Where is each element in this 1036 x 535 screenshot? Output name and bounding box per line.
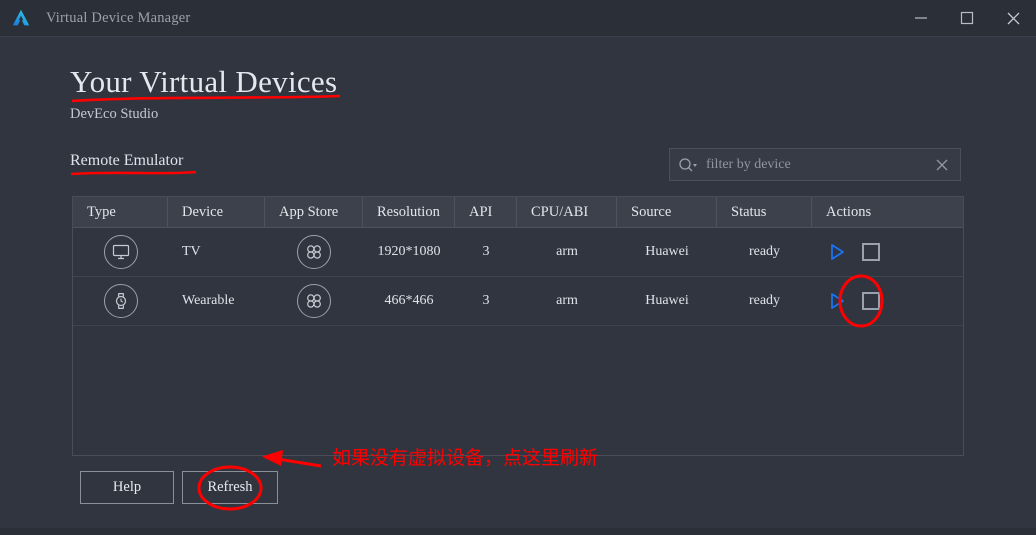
cell-resolution: 466*466 [384, 293, 434, 308]
column-header-actions[interactable]: Actions [812, 197, 963, 227]
cell-type [73, 277, 168, 325]
minimize-button[interactable] [898, 0, 944, 36]
page-title: Your Virtual Devices [70, 64, 338, 99]
app-gallery-icon [297, 235, 331, 269]
cell-device: Wearable [182, 293, 235, 308]
column-header-source[interactable]: Source [617, 197, 717, 227]
cell-status: ready [748, 293, 781, 308]
table-header-row: Type Device App Store Resolution API CPU… [73, 197, 963, 228]
cell-api: 3 [482, 293, 490, 308]
app-gallery-glyph-icon [307, 245, 321, 259]
refresh-button[interactable]: Refresh [182, 471, 278, 504]
tv-icon [103, 235, 138, 269]
underline-remote-emulator-annotation [70, 170, 197, 176]
app-gallery-glyph-icon [307, 294, 321, 308]
cell-app-store [265, 228, 363, 276]
column-header-cpu-abi[interactable]: CPU/ABI [517, 197, 617, 227]
column-header-api[interactable]: API [455, 197, 517, 227]
page-subtitle: DevEco Studio [70, 106, 159, 122]
annotation-note-text: 如果没有虚拟设备，点这里刷新 [332, 447, 599, 469]
search-icon [679, 157, 697, 171]
titlebar-divider [0, 36, 1036, 37]
title-bar: Virtual Device Manager [0, 0, 1036, 36]
virtual-devices-table: Type Device App Store Resolution API CPU… [72, 196, 964, 456]
cell-cpu-abi: arm [556, 244, 578, 259]
filter-search-box[interactable]: filter by device [669, 148, 961, 181]
deveco-triangle-logo-icon [12, 9, 30, 26]
stop-icon[interactable] [862, 243, 880, 261]
cell-app-store [265, 277, 363, 325]
window-bottom-edge [0, 528, 1036, 535]
cell-status: ready [748, 244, 781, 259]
tv-glyph-icon [112, 244, 129, 260]
search-dropdown-icon[interactable] [670, 157, 706, 173]
table-row[interactable]: Wearable 466*466 3 arm Huawei ready [73, 277, 963, 326]
play-icon[interactable] [826, 290, 848, 312]
column-header-app-store[interactable]: App Store [265, 197, 363, 227]
cell-actions [812, 277, 963, 325]
close-icon [1007, 12, 1019, 24]
watch-glyph-icon [115, 293, 126, 309]
cell-cpu-abi: arm [556, 293, 578, 308]
cell-source: Huawei [645, 244, 689, 259]
play-glyph-icon [831, 244, 844, 260]
table-empty-area [73, 326, 963, 455]
close-button[interactable] [990, 0, 1036, 36]
maximize-icon [960, 11, 974, 25]
virtual-device-manager-window: Virtual Device Manager Your Virtual Devi… [0, 0, 1036, 535]
watch-icon [103, 284, 138, 318]
column-header-type[interactable]: Type [73, 197, 168, 227]
minimize-icon [915, 17, 927, 19]
play-glyph-icon [831, 293, 844, 309]
maximize-button[interactable] [944, 0, 990, 36]
stop-icon[interactable] [862, 292, 880, 310]
column-header-status[interactable]: Status [717, 197, 812, 227]
column-header-resolution[interactable]: Resolution [363, 197, 455, 227]
cell-api: 3 [482, 244, 490, 259]
cell-actions [812, 228, 963, 276]
app-gallery-icon [297, 284, 331, 318]
clear-search-button[interactable] [924, 158, 960, 172]
cell-resolution: 1920*1080 [377, 244, 441, 259]
cell-device: TV [182, 244, 201, 259]
column-header-device[interactable]: Device [168, 197, 265, 227]
help-button[interactable]: Help [80, 471, 174, 504]
search-input[interactable]: filter by device [706, 157, 924, 173]
arrow-line-annotation [264, 455, 322, 468]
table-row[interactable]: TV 1920*1080 3 arm Huawei ready [73, 228, 963, 277]
window-title: Virtual Device Manager [46, 9, 191, 26]
cell-type [73, 228, 168, 276]
play-icon[interactable] [826, 241, 848, 263]
clear-icon [936, 159, 948, 170]
tab-remote-emulator[interactable]: Remote Emulator [70, 152, 183, 170]
cell-source: Huawei [645, 293, 689, 308]
window-controls [898, 0, 1036, 36]
